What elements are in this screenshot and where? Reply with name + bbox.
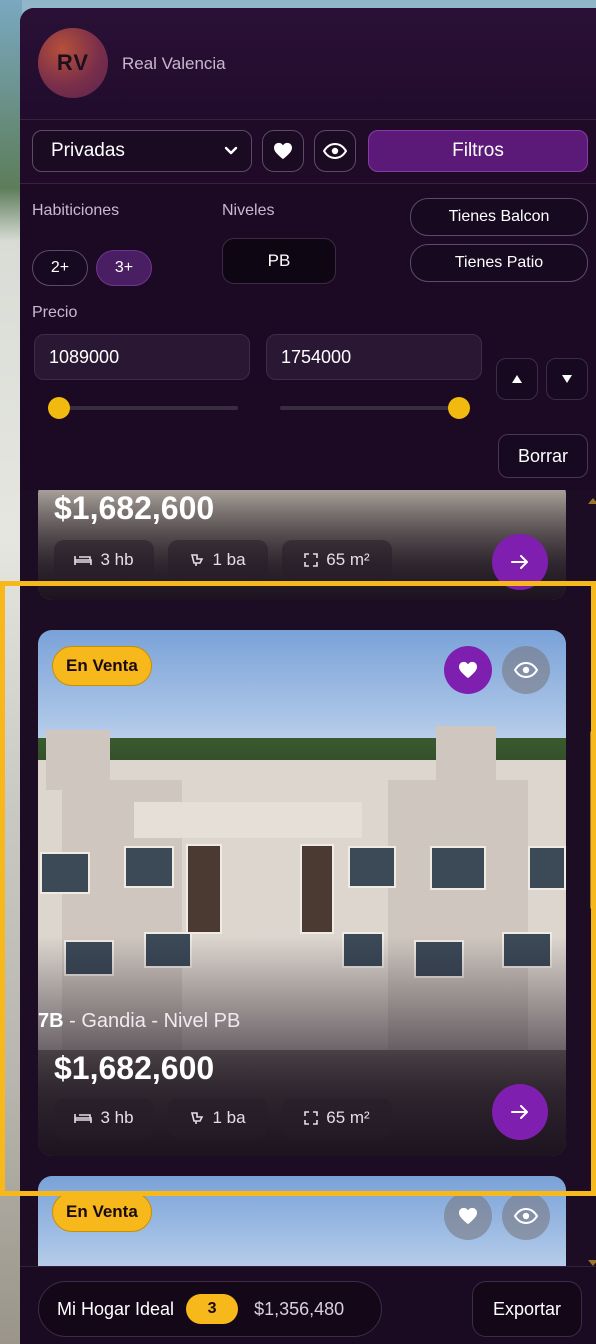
baths-spec: 1 ba <box>168 1098 268 1138</box>
favorite-button[interactable] <box>444 1192 492 1240</box>
window <box>40 852 90 894</box>
balcony-toggle[interactable]: Tienes Balcon <box>410 198 588 236</box>
expand-icon <box>304 1111 319 1125</box>
eye-icon <box>514 1208 538 1224</box>
app-header: RV Real Valencia <box>20 8 596 120</box>
listing-open-button[interactable] <box>492 1084 548 1140</box>
triangle-down-icon <box>562 375 572 383</box>
beds-value: 3 hb <box>100 550 134 569</box>
price-label: Precio <box>32 304 78 321</box>
price-min-slider-thumb[interactable] <box>48 397 70 419</box>
export-button[interactable]: Exportar <box>472 1281 582 1337</box>
filters-panel: Habiticiones 2+ 3+ Niveles PB Tienes Bal… <box>20 184 596 490</box>
window <box>348 846 396 888</box>
price-max-slider-track[interactable] <box>280 406 470 410</box>
summary-total: $1,356,480 <box>254 1298 345 1319</box>
footer-bar: Mi Hogar Ideal 3 $1,356,480 Exportar <box>20 1266 596 1344</box>
levels-label: Niveles <box>222 202 275 219</box>
app-panel: RV Real Valencia Privadas Filtros Habiti… <box>20 8 596 1344</box>
beds-spec: 3 hb <box>54 1098 154 1138</box>
rooms-label: Habiticiones <box>32 202 120 219</box>
chevron-down-icon <box>224 146 238 155</box>
listing-card[interactable]: En Venta <box>38 1176 566 1280</box>
scrollbar-thumb[interactable] <box>590 730 596 910</box>
scroll-up-arrow[interactable] <box>588 498 596 504</box>
baths-value: 1 ba <box>212 550 246 569</box>
expand-icon <box>304 553 319 567</box>
background-scenery <box>0 0 22 1344</box>
bed-icon <box>74 556 93 565</box>
listing-price: $1,682,600 <box>54 490 215 526</box>
beds-spec: 3 hb <box>54 540 154 580</box>
beds-value: 3 hb <box>100 1108 134 1127</box>
favorites-filter-button[interactable] <box>262 130 304 172</box>
listings-list: $1,682,600 3 hb 1 ba 65 m² En Venta 7B -… <box>20 490 596 1280</box>
listing-card[interactable]: $1,682,600 3 hb 1 ba 65 m² <box>38 490 566 600</box>
avatar[interactable]: RV <box>38 28 108 98</box>
door <box>300 844 334 934</box>
building-tower-right <box>436 726 496 786</box>
toolbar: Privadas Filtros <box>20 120 596 184</box>
status-badge: En Venta <box>52 1192 152 1232</box>
listing-unit: 7B <box>38 1010 64 1032</box>
price-max-slider-thumb[interactable] <box>448 397 470 419</box>
sort-descending-button[interactable] <box>546 358 588 400</box>
listing-price: $1,682,600 <box>54 1050 215 1086</box>
listing-open-button[interactable] <box>492 534 548 590</box>
price-max-input[interactable]: 1754000 <box>266 334 482 380</box>
price-min-input[interactable]: 1089000 <box>34 334 250 380</box>
rooms-chip-3plus[interactable]: 3+ <box>96 250 152 286</box>
favorite-button[interactable] <box>444 646 492 694</box>
filters-button[interactable]: Filtros <box>368 130 588 172</box>
bath-icon <box>191 1112 204 1124</box>
window <box>124 846 174 888</box>
eye-icon <box>323 143 347 159</box>
sort-ascending-button[interactable] <box>496 358 538 400</box>
area-value: 65 m² <box>326 550 370 569</box>
clear-filters-button[interactable]: Borrar <box>498 434 588 478</box>
baths-value: 1 ba <box>212 1108 246 1127</box>
arrow-right-icon <box>511 555 528 569</box>
area-spec: 65 m² <box>282 1098 392 1138</box>
privada-select-value: Privadas <box>51 140 125 161</box>
area-value: 65 m² <box>326 1108 370 1127</box>
area-spec: 65 m² <box>282 540 392 580</box>
rooms-chip-2plus[interactable]: 2+ <box>32 250 88 286</box>
view-toggle-button[interactable] <box>314 130 356 172</box>
heart-icon <box>274 142 292 160</box>
status-badge: En Venta <box>52 646 152 686</box>
favorites-count-badge: 3 <box>186 1294 239 1324</box>
listing-location: - Gandia - Nivel PB <box>63 1010 241 1032</box>
preview-button[interactable] <box>502 646 550 694</box>
level-pb-option[interactable]: PB <box>222 238 336 284</box>
baths-spec: 1 ba <box>168 540 268 580</box>
door <box>186 844 222 934</box>
preview-button[interactable] <box>502 1192 550 1240</box>
bed-icon <box>74 1114 93 1123</box>
listing-title: 7B - Gandia - Nivel PB <box>38 1010 240 1033</box>
bath-icon <box>191 554 204 566</box>
summary-label: Mi Hogar Ideal <box>57 1298 175 1319</box>
eye-icon <box>514 662 538 678</box>
triangle-up-icon <box>512 375 522 383</box>
heart-icon <box>459 661 477 679</box>
listing-card[interactable]: En Venta 7B - Gandia - Nivel PB $1,682,6… <box>38 630 566 1156</box>
heart-icon <box>459 1207 477 1225</box>
window <box>528 846 566 890</box>
window <box>430 846 486 890</box>
arrow-right-icon <box>511 1105 528 1119</box>
ideal-home-summary[interactable]: Mi Hogar Ideal 3 $1,356,480 <box>38 1281 382 1337</box>
building-balcony-top <box>134 802 362 838</box>
patio-toggle[interactable]: Tienes Patio <box>410 244 588 282</box>
price-min-slider-track[interactable] <box>48 406 238 410</box>
privada-select[interactable]: Privadas <box>32 130 252 172</box>
brand-name: Real Valencia <box>122 54 226 73</box>
